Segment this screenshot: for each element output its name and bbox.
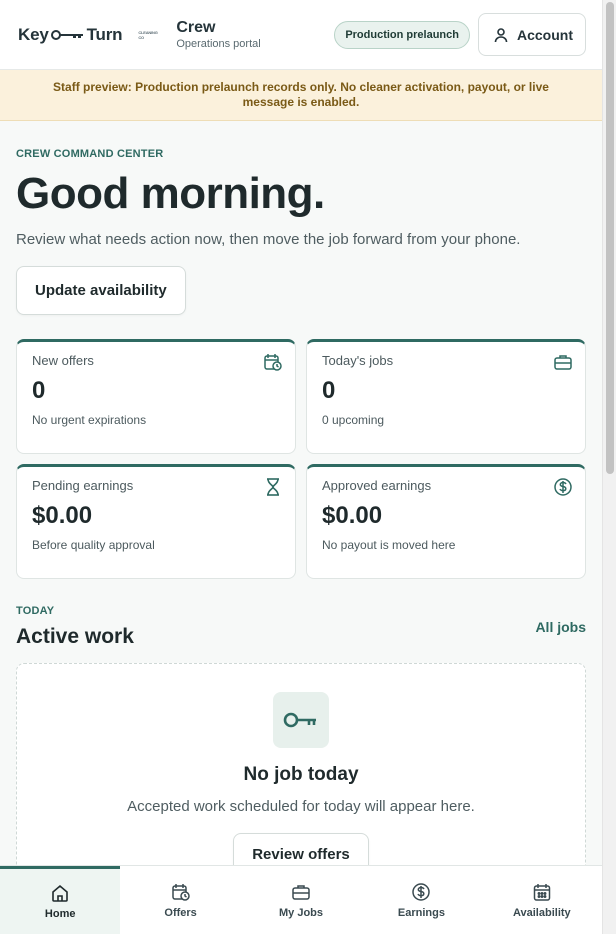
user-icon [494,27,508,42]
key-icon [283,712,316,728]
active-work-header: TODAY Active work All jobs [16,605,586,649]
nav-label: Availability [512,906,571,919]
logo-text-right: Turn [86,24,123,44]
home-icon [52,884,69,902]
logo-text-left: Key [18,24,49,44]
stat-note: No payout is moved here [322,538,456,552]
hero-lead: Review what needs action now, then move … [16,231,521,248]
scrollbar-thumb[interactable] [606,2,614,474]
account-button[interactable]: Account [478,13,586,56]
main-content: CREW COMMAND CENTER Good morning. Review… [0,148,602,893]
section-eyebrow: TODAY [16,605,55,617]
calendar-icon [533,883,551,901]
bottom-nav: Home Offers My Jobs Earnings Availabilit… [0,865,602,934]
logo[interactable]: Key Turn CLEANING CO [18,25,160,45]
empty-state-description: Accepted work scheduled for today will a… [127,798,475,815]
portal-subtitle: Operations portal [176,37,261,50]
stat-card-todays-jobs[interactable]: Today's jobs 0 0 upcoming [306,339,586,454]
key-icon [50,29,83,40]
stat-card-approved-earnings[interactable]: Approved earnings $0.00 No payout is mov… [306,464,586,579]
hourglass-icon [267,478,279,496]
nav-label: Home [44,908,76,920]
stat-label: Approved earnings [322,478,432,493]
empty-state-card: No job today Accepted work scheduled for… [16,663,586,893]
greeting-heading: Good morning. [16,169,325,218]
stats-grid: New offers 0 No urgent expirations Today… [16,339,586,579]
empty-state-icon-box [273,692,329,748]
dollar-circle-icon [412,882,431,901]
logo-tagline: CLEANING CO [138,29,158,40]
top-header: Key Turn CLEANING CO Crew Operations por… [0,0,602,70]
nav-label: Earnings [397,906,445,919]
stat-card-new-offers[interactable]: New offers 0 No urgent expirations [16,339,296,454]
nav-tab-home[interactable]: Home [0,866,121,934]
stat-note: 0 upcoming [322,413,385,427]
stat-value: 0 [322,377,336,404]
portal-brand: Crew Operations portal [176,19,260,51]
environment-badge: Production prelaunch [334,20,470,49]
empty-state-title: No job today [243,764,359,785]
stat-value: $0.00 [322,502,383,529]
nav-label: My Jobs [279,906,324,919]
stat-label: New offers [32,353,94,368]
dollar-circle-icon [554,478,572,496]
stat-value: 0 [32,377,46,404]
stat-note: Before quality approval [32,538,155,552]
calendar-clock-icon [171,883,190,901]
portal-title: Crew [176,18,216,36]
hero-eyebrow: CREW COMMAND CENTER [16,148,164,160]
stat-label: Today's jobs [322,353,394,368]
update-availability-button[interactable]: Update availability [16,266,186,315]
page: Key Turn CLEANING CO Crew Operations por… [0,0,602,934]
account-label: Account [517,26,573,43]
nav-tab-availability[interactable]: Availability [482,866,602,934]
nav-label: Offers [164,906,197,919]
briefcase-icon [292,884,310,900]
all-jobs-link[interactable]: All jobs [535,619,586,635]
stat-label: Pending earnings [32,478,134,493]
page-scrollbar[interactable] [602,0,616,934]
staff-preview-banner: Staff preview: Production prelaunch reco… [0,70,602,121]
section-title: Active work [16,625,134,648]
briefcase-icon [554,355,572,370]
banner-text: Staff preview: Production prelaunch reco… [53,80,549,109]
stat-value: $0.00 [32,502,93,529]
nav-tab-offers[interactable]: Offers [120,866,240,934]
calendar-clock-icon [264,354,282,371]
stat-note: No urgent expirations [32,413,147,427]
nav-tab-my-jobs[interactable]: My Jobs [241,866,361,934]
nav-tab-earnings[interactable]: Earnings [361,866,481,934]
stat-card-pending-earnings[interactable]: Pending earnings $0.00 Before quality ap… [16,464,296,579]
